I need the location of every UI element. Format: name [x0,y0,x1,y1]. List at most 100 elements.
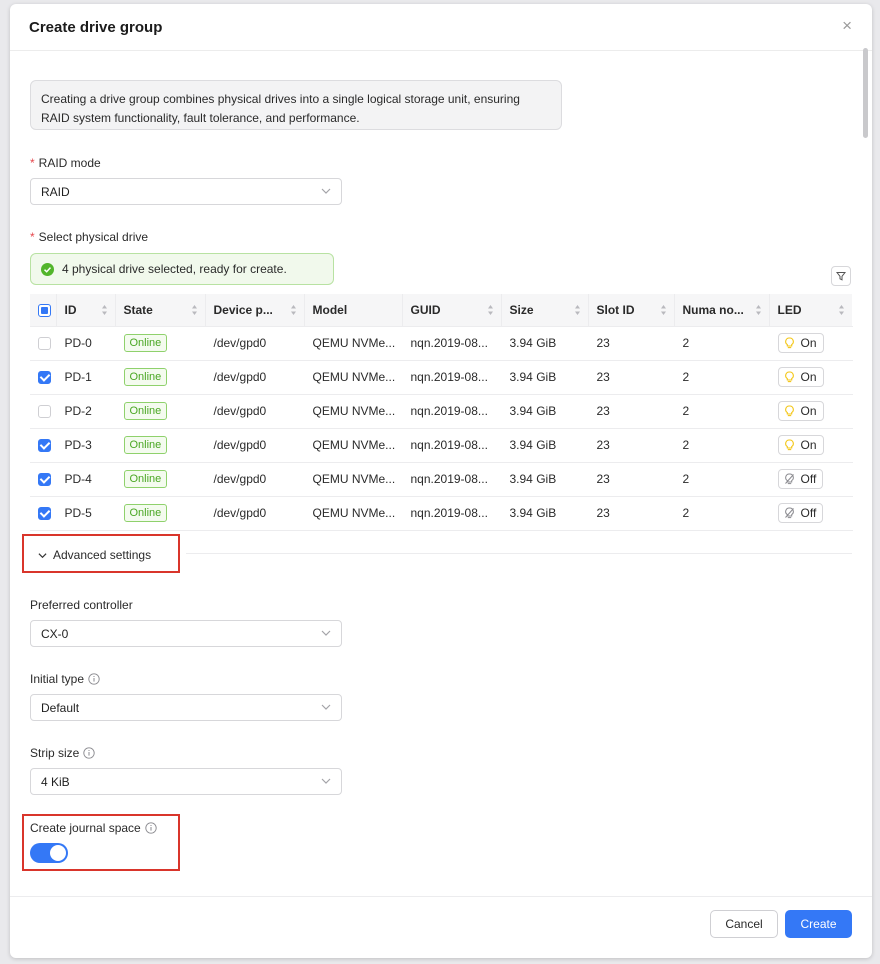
led-toggle-button[interactable]: On [777,333,824,353]
bulb-icon [784,337,794,349]
column-header-state[interactable]: State [115,294,206,327]
row-select-cell[interactable] [30,360,56,395]
raid-mode-select[interactable]: RAID [30,178,342,205]
column-header-size[interactable]: Size [501,294,589,327]
selection-status-banner: 4 physical drive selected, ready for cre… [30,253,334,285]
drive-led-cell: Off [769,462,852,497]
info-icon[interactable] [83,747,96,759]
column-header-device-path[interactable]: Device p... [205,294,305,327]
create-button[interactable]: Create [785,910,852,938]
column-header-slot-id[interactable]: Slot ID [588,294,675,327]
table-row[interactable]: PD-1 Online/dev/gpd0 QEMU NVMe... nqn.2019-… [30,360,852,395]
drive-model: QEMU NVMe... [304,496,402,531]
bulb-off-icon [784,507,794,519]
drive-size: 3.94 GiB [501,462,588,497]
initial-type-value: Default [41,701,80,715]
row-checkbox[interactable] [38,405,51,419]
required-mark: * [30,156,35,170]
row-checkbox[interactable] [38,473,51,487]
drive-numa-node: 2 [674,394,769,429]
column-header-guid[interactable]: GUID [402,294,502,327]
status-badge: Online [123,470,168,488]
column-header-id[interactable]: ID [56,294,116,327]
drive-size: 3.94 GiB [501,326,588,361]
cancel-button[interactable]: Cancel [710,910,778,938]
sort-icon [191,305,197,315]
drive-model: QEMU NVMe... [304,428,402,463]
led-toggle-button[interactable]: Off [777,469,824,489]
filter-button[interactable] [831,266,851,286]
status-badge: Online [123,334,168,352]
dialog-title: Create drive group [29,19,163,36]
strip-size-label: Strip size [30,746,96,760]
led-toggle-button[interactable]: Off [777,503,824,523]
strip-size-select[interactable]: 4 KiB [30,768,342,795]
close-icon[interactable]: × [842,17,852,34]
bulb-off-icon [784,473,794,485]
led-label: On [800,404,817,418]
chevron-down-icon [321,630,331,636]
drives-table-body: PD-0 Online/dev/gpd0 QEMU NVMe... nqn.2019-… [30,326,852,531]
highlight-box [22,814,180,871]
column-header-model[interactable]: Model [304,294,403,327]
table-row[interactable]: PD-4 Online/dev/gpd0 QEMU NVMe... nqn.2019-… [30,462,852,497]
preferred-controller-label: Preferred controller [30,598,133,612]
drive-numa-node: 2 [674,326,769,361]
table-row[interactable]: PD-3 Online/dev/gpd0 QEMU NVMe... nqn.2019-… [30,428,852,463]
drive-state-cell: Online [115,462,205,497]
drive-numa-node: 2 [674,462,769,497]
row-select-cell[interactable] [30,394,56,429]
sort-icon [755,305,761,315]
column-header-led[interactable]: LED [769,294,852,327]
column-header-numa-node[interactable]: Numa no... [674,294,770,327]
drive-guid: nqn.2019-08... [402,394,501,429]
raid-mode-label-text: RAID mode [38,156,101,170]
drive-numa-node: 2 [674,496,769,531]
row-select-cell[interactable] [30,496,56,531]
row-checkbox[interactable] [38,371,51,385]
preferred-controller-select[interactable]: CX-0 [30,620,342,647]
select-drive-label-text: Select physical drive [38,230,149,244]
bulb-icon [784,439,794,451]
row-checkbox[interactable] [38,439,51,453]
led-toggle-button[interactable]: On [777,435,824,455]
led-toggle-button[interactable]: On [777,367,824,387]
highlight-box [22,534,180,573]
drive-size: 3.94 GiB [501,428,588,463]
drive-slot-id: 23 [588,428,674,463]
drives-table: ID State Device p... Model GUID Size Slo… [30,294,853,531]
row-checkbox[interactable] [38,337,51,351]
drive-guid: nqn.2019-08... [402,496,501,531]
info-icon[interactable] [88,673,100,685]
drive-state-cell: Online [115,428,205,463]
drive-guid: nqn.2019-08... [402,462,501,497]
sort-icon [487,305,493,315]
preferred-controller-value: CX-0 [41,627,69,641]
row-select-cell[interactable] [30,428,56,463]
led-toggle-button[interactable]: On [777,401,824,421]
chevron-down-icon [321,188,331,194]
led-label: On [800,370,817,384]
table-row[interactable]: PD-2 Online/dev/gpd0 QEMU NVMe... nqn.2019-… [30,394,852,429]
raid-mode-label: * RAID mode [30,156,101,170]
raid-mode-value: RAID [41,185,70,199]
bulb-icon [784,405,794,417]
sort-icon [574,305,580,315]
table-row[interactable]: PD-0 Online/dev/gpd0 QEMU NVMe... nqn.2019-… [30,326,852,361]
selection-status-text: 4 physical drive selected, ready for cre… [62,262,287,276]
row-select-cell[interactable] [30,326,56,361]
table-row[interactable]: PD-5 Online/dev/gpd0 QEMU NVMe... nqn.2019-… [30,496,852,531]
table-header-row: ID State Device p... Model GUID Size Slo… [30,294,852,327]
row-checkbox[interactable] [38,507,51,521]
select-all-cell[interactable] [30,294,57,327]
scrollbar[interactable] [863,48,868,138]
led-label: On [800,336,817,350]
drive-numa-node: 2 [674,428,769,463]
drive-slot-id: 23 [588,394,674,429]
row-select-cell[interactable] [30,462,56,497]
initial-type-label: Initial type [30,672,100,686]
drive-model: QEMU NVMe... [304,360,402,395]
select-all-checkbox[interactable] [38,303,51,317]
initial-type-select[interactable]: Default [30,694,342,721]
drive-led-cell: On [769,326,852,361]
